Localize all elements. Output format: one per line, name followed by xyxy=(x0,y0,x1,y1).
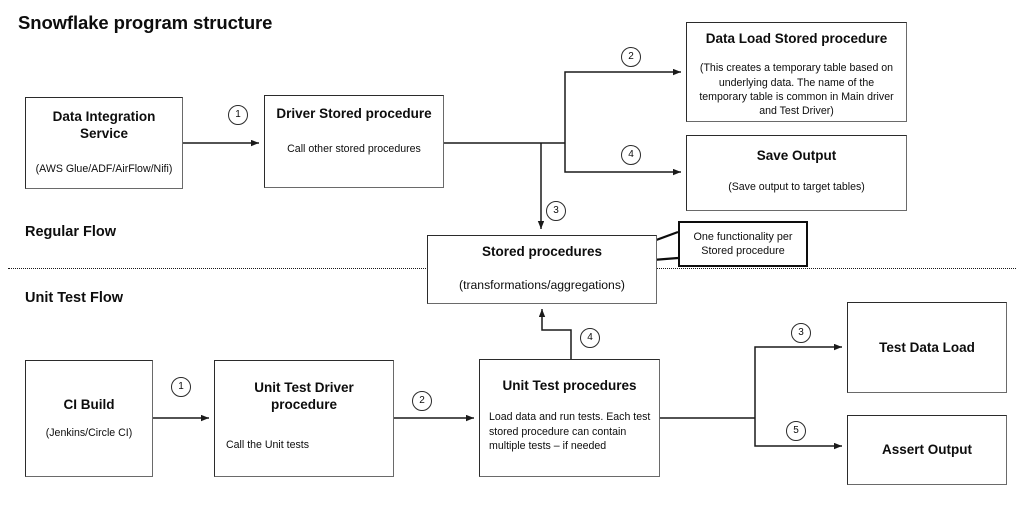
step-badge-test-1: 1 xyxy=(171,377,191,397)
node-title: CI Build xyxy=(63,397,115,413)
node-subtitle: (Jenkins/Circle CI) xyxy=(45,426,133,439)
node-data-load-stored-procedure[interactable]: Data Load Stored procedure (This creates… xyxy=(686,22,907,122)
section-label-regular-flow: Regular Flow xyxy=(25,224,117,240)
node-data-integration-service[interactable]: Data Integration Service (AWS Glue/ADF/A… xyxy=(25,97,183,189)
node-title: Unit Test Driver procedure xyxy=(254,380,354,413)
step-badge-test-2: 2 xyxy=(412,391,432,411)
node-driver-stored-procedure[interactable]: Driver Stored procedure Call other store… xyxy=(264,95,444,188)
edge-unit-procs-to-stored-procedures xyxy=(538,309,572,359)
step-badge-regular-2: 2 xyxy=(621,47,641,67)
node-title: Data Integration Service xyxy=(52,109,156,142)
section-label-unit-test-flow: Unit Test Flow xyxy=(25,290,124,306)
node-subtitle: (This creates a temporary table based on… xyxy=(699,62,894,118)
node-save-output[interactable]: Save Output (Save output to target table… xyxy=(686,135,907,211)
node-title: Assert Output xyxy=(881,442,972,458)
step-badge-regular-1: 1 xyxy=(228,105,248,125)
node-ci-build[interactable]: CI Build (Jenkins/Circle CI) xyxy=(25,360,153,477)
edge-trunk-to-data-load xyxy=(564,68,681,143)
edge-trunk-to-test-data-load xyxy=(754,343,842,418)
node-title: Driver Stored procedure xyxy=(276,106,432,121)
node-unit-test-driver-procedure[interactable]: Unit Test Driver procedure Call the Unit… xyxy=(214,360,394,477)
node-unit-test-procedures[interactable]: Unit Test procedures Load data and run t… xyxy=(479,359,660,477)
node-title: Stored procedures xyxy=(481,244,603,259)
step-badge-regular-3: 3 xyxy=(546,201,566,221)
node-subtitle: (Save output to target tables) xyxy=(728,181,865,194)
page-title: Snowflake program structure xyxy=(18,12,273,33)
step-badge-test-5: 5 xyxy=(786,421,806,441)
node-subtitle: Load data and run tests. Each test store… xyxy=(489,411,651,453)
node-subtitle: (transformations/aggregations) xyxy=(459,278,625,293)
step-badge-regular-4: 4 xyxy=(621,145,641,165)
node-test-data-load[interactable]: Test Data Load xyxy=(847,302,1007,393)
node-subtitle: Call the Unit tests xyxy=(226,438,310,451)
node-subtitle: Call other stored procedures xyxy=(287,143,421,156)
step-badge-test-4: 4 xyxy=(580,328,600,348)
node-title: Unit Test procedures xyxy=(502,378,637,393)
callout-one-functionality-per-stored-procedure: One functionality per Stored procedure xyxy=(678,221,808,267)
node-title: Test Data Load xyxy=(879,339,975,355)
node-stored-procedures[interactable]: Stored procedures (transformations/aggre… xyxy=(427,235,657,304)
node-title: Save Output xyxy=(756,148,837,163)
node-title: Data Load Stored procedure xyxy=(705,31,888,46)
callout-text: One functionality per Stored procedure xyxy=(693,230,793,257)
diagram-canvas: Snowflake program structure Regular Flow… xyxy=(0,0,1024,512)
node-assert-output[interactable]: Assert Output xyxy=(847,415,1007,485)
step-badge-test-3: 3 xyxy=(791,323,811,343)
node-subtitle: (AWS Glue/ADF/AirFlow/Nifi) xyxy=(35,162,173,175)
